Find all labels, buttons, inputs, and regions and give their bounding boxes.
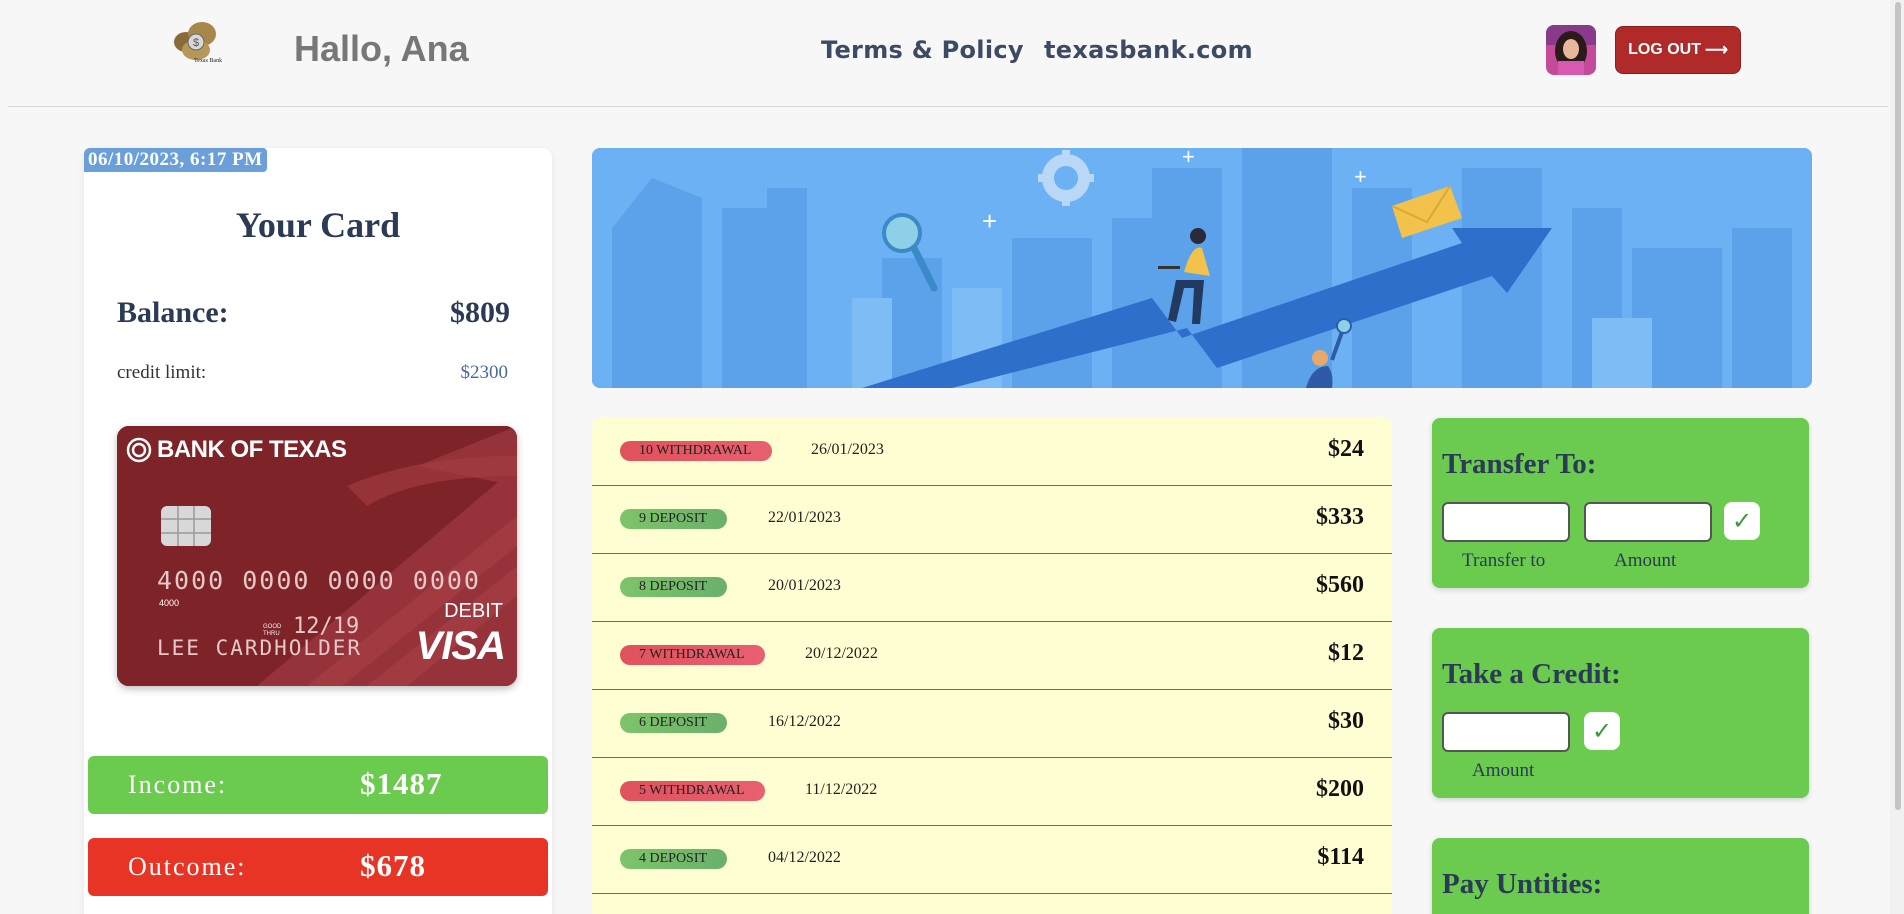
table-row[interactable]: 9 DEPOSIT 22/01/2023 $333 [592,486,1392,554]
outcome-value: $678 [360,848,426,883]
table-row[interactable]: 10 WITHDRAWAL 26/01/2023 $24 [592,418,1392,486]
credit-limit-value: $2300 [460,362,509,383]
transaction-badge: 9 DEPOSIT [620,509,728,529]
card-panel: 06/10/2023, 6:17 PM Your Card Balance: $… [84,148,552,914]
page-scrollbar[interactable] [1890,0,1904,914]
transaction-date: 04/12/2022 [768,849,841,866]
transaction-date: 11/12/2022 [805,781,878,798]
credit-amount-label: Amount [1472,760,1535,781]
top-header: $ Texas Bank Hallo, Ana Terms & Policy t… [8,0,1888,107]
transaction-amount: $24 [1328,436,1364,462]
nav-link-website[interactable]: texasbank.com [1044,36,1253,64]
transfer-panel: Transfer To: ✓ Transfer to Amount [1432,418,1809,588]
transaction-badge: 5 WITHDRAWAL [620,781,765,801]
transaction-badge: 7 WITHDRAWAL [620,645,765,665]
transaction-amount: $114 [1317,844,1364,870]
scrollbar-thumb[interactable] [1895,2,1901,810]
table-row[interactable]: 5 WITHDRAWAL 11/12/2022 $200 [592,758,1392,826]
nav-link-terms[interactable]: Terms & Policy [821,36,1024,64]
svg-text:+: + [1354,164,1367,189]
transaction-date: 20/01/2023 [768,577,841,594]
table-row[interactable]: 8 DEPOSIT 20/01/2023 $560 [592,554,1392,622]
transaction-amount: $560 [1316,572,1364,598]
utilities-title: Pay Untities: [1442,868,1603,900]
transactions-list: 10 WITHDRAWAL 26/01/2023 $24 9 DEPOSIT 2… [592,418,1392,914]
greeting: Hallo, Ana [294,28,469,69]
outcome-label: Outcome: [128,852,247,881]
datetime-badge: 06/10/2023, 6:17 PM [84,148,267,172]
svg-text:+: + [1182,148,1195,169]
transfer-amount-label: Amount [1614,550,1677,571]
income-value: $1487 [360,766,443,801]
transaction-amount: $333 [1316,504,1364,530]
table-row[interactable]: 7 WITHDRAWAL 20/12/2022 $12 [592,622,1392,690]
credit-confirm-button[interactable]: ✓ [1584,712,1620,750]
avatar[interactable] [1546,25,1596,75]
bank-name: BANK OF TEXAS [157,436,347,463]
svg-text:+: + [982,206,997,236]
utilities-panel: Pay Untities: [1432,838,1809,914]
income-box: Income: $1487 [88,756,548,814]
transaction-date: 22/01/2023 [768,509,841,526]
check-icon: ✓ [1591,718,1613,745]
card-number: 4000 0000 0000 0000 [157,566,481,595]
transaction-badge: 6 DEPOSIT [620,713,728,733]
transfer-to-input[interactable] [1442,502,1570,542]
transaction-amount: $30 [1328,708,1364,734]
banner-illustration: + + + [592,148,1812,388]
svg-text:$: $ [193,37,199,49]
balance-label: Balance: [117,296,229,329]
svg-text:GOOD: GOOD [263,624,282,630]
visa-logo: VISA [415,624,506,668]
transaction-date: 26/01/2023 [811,441,884,458]
table-row[interactable]: 4 DEPOSIT 04/12/2022 $114 [592,826,1392,894]
balance-value: $809 [450,296,510,329]
transfer-amount-input[interactable] [1584,502,1712,542]
credit-title: Take a Credit: [1442,658,1621,690]
transaction-badge: 8 DEPOSIT [620,577,728,597]
bank-card[interactable]: GOOD THRU BANK OF TEXAS 4000 0000 0000 0… [117,426,517,686]
credit-amount-input[interactable] [1442,712,1570,752]
logout-label: LOG OUT [1628,41,1701,58]
arrow-right-icon: ⟶ [1704,42,1728,59]
transfer-confirm-button[interactable]: ✓ [1724,502,1760,540]
transaction-date: 20/12/2022 [805,645,878,662]
logo-text: Texas Bank [194,58,223,64]
card-title: Your Card [235,205,401,245]
transaction-badge: 4 DEPOSIT [620,849,728,869]
table-row[interactable]: 6 DEPOSIT 16/12/2022 $30 [592,690,1392,758]
income-label: Income: [128,770,228,799]
card-small-number: 4000 [159,598,180,608]
check-icon: ✓ [1731,508,1753,535]
transaction-amount: $12 [1328,640,1364,666]
card-holder: LEE CARDHOLDER [157,636,363,660]
logout-button[interactable]: LOG OUT ⟶ [1615,26,1741,74]
credit-panel: Take a Credit: ✓ Amount [1432,628,1809,798]
transaction-badge: 10 WITHDRAWAL [620,441,772,461]
transfer-title: Transfer To: [1442,448,1597,480]
transaction-date: 16/12/2022 [768,713,841,730]
card-type: DEBIT [444,600,503,622]
transfer-to-label: Transfer to [1462,550,1546,571]
transaction-amount: $200 [1316,776,1364,802]
outcome-box: Outcome: $678 [88,838,548,896]
credit-limit-label: credit limit: [117,362,207,383]
